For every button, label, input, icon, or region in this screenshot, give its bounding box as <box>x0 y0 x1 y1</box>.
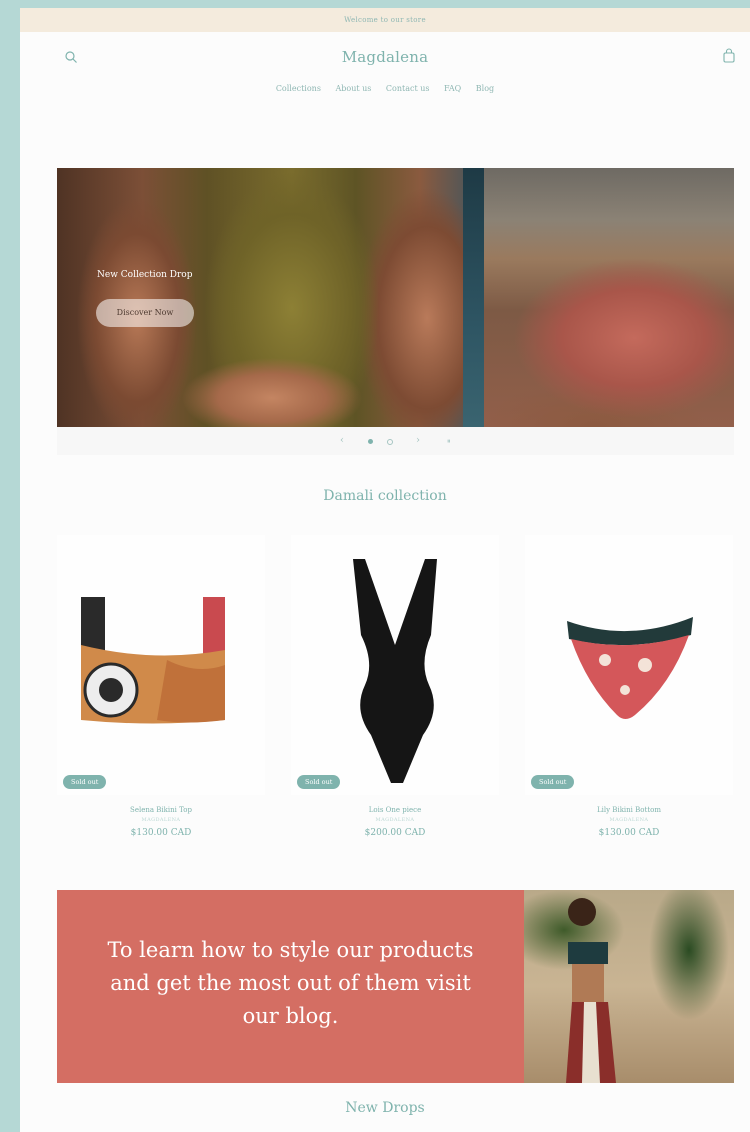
product-card[interactable]: Sold out Lily Bikini Bottom MAGDALENA $1… <box>525 535 733 838</box>
slide-dot-2[interactable] <box>387 439 393 445</box>
product-name[interactable]: Lily Bikini Bottom <box>525 806 733 814</box>
nav-item-blog[interactable]: Blog <box>476 84 494 93</box>
shopping-bag-icon[interactable] <box>722 48 736 64</box>
nav-item-contact-us[interactable]: Contact us <box>386 84 430 93</box>
bikini-bottom-image <box>567 617 693 719</box>
previous-slide-button[interactable]: ‹ <box>340 435 344 446</box>
hero-image-pink-swimsuit <box>484 168 734 427</box>
sold-out-badge: Sold out <box>531 775 575 789</box>
collection-title: Damali collection <box>323 488 447 504</box>
product-image[interactable]: Sold out <box>291 535 499 795</box>
product-price: $200.00 CAD <box>364 828 426 838</box>
product-name[interactable]: Lois One piece <box>291 806 499 814</box>
site-header: Magdalena Collections About us Contact u… <box>20 32 750 132</box>
slide-dot-1[interactable] <box>368 439 373 444</box>
sold-out-badge: Sold out <box>63 775 107 789</box>
nav-item-about-us[interactable]: About us <box>335 84 371 93</box>
product-image[interactable]: Sold out <box>57 535 265 795</box>
blog-banner-text: To learn how to style our products and g… <box>57 890 524 1083</box>
product-image[interactable]: Sold out <box>525 535 733 795</box>
store-page: Welcome to our store Magdalena Collectio… <box>20 8 750 1132</box>
product-vendor: MAGDALENA <box>609 817 649 823</box>
product-vendor: MAGDALENA <box>141 817 181 823</box>
pause-button[interactable]: ⏸ <box>447 437 451 446</box>
hero-slideshow: New Collection Drop Discover Now <box>57 168 734 427</box>
product-name[interactable]: Selena Bikini Top <box>57 806 265 814</box>
main-nav: Collections About us Contact us FAQ Blog <box>20 84 750 93</box>
product-grid: Sold out Selena Bikini Top MAGDALENA $13… <box>57 535 734 865</box>
product-price: $130.00 CAD <box>130 828 192 838</box>
product-card[interactable]: Sold out Selena Bikini Top MAGDALENA $13… <box>57 535 265 838</box>
product-card[interactable]: Sold out Lois One piece MAGDALENA $200.0… <box>291 535 499 838</box>
hero-image-gold-swimsuit <box>57 168 484 427</box>
nav-item-faq[interactable]: FAQ <box>444 84 461 93</box>
new-drops-title: New Drops <box>345 1100 425 1116</box>
discover-now-button[interactable]: Discover Now <box>96 299 194 327</box>
blog-banner-image <box>524 890 734 1083</box>
store-logo[interactable]: Magdalena <box>20 48 750 66</box>
one-piece-image <box>353 559 437 783</box>
bikini-top-image <box>81 597 225 724</box>
product-price: $130.00 CAD <box>598 828 660 838</box>
slideshow-controls: ‹ › ⏸ <box>57 427 734 455</box>
next-slide-button[interactable]: › <box>416 435 420 446</box>
announcement-bar: Welcome to our store <box>20 8 750 32</box>
nav-item-collections[interactable]: Collections <box>276 84 321 93</box>
blog-banner[interactable]: To learn how to style our products and g… <box>57 890 734 1083</box>
product-vendor: MAGDALENA <box>375 817 415 823</box>
hero-title: New Collection Drop <box>97 270 193 280</box>
sold-out-badge: Sold out <box>297 775 341 789</box>
